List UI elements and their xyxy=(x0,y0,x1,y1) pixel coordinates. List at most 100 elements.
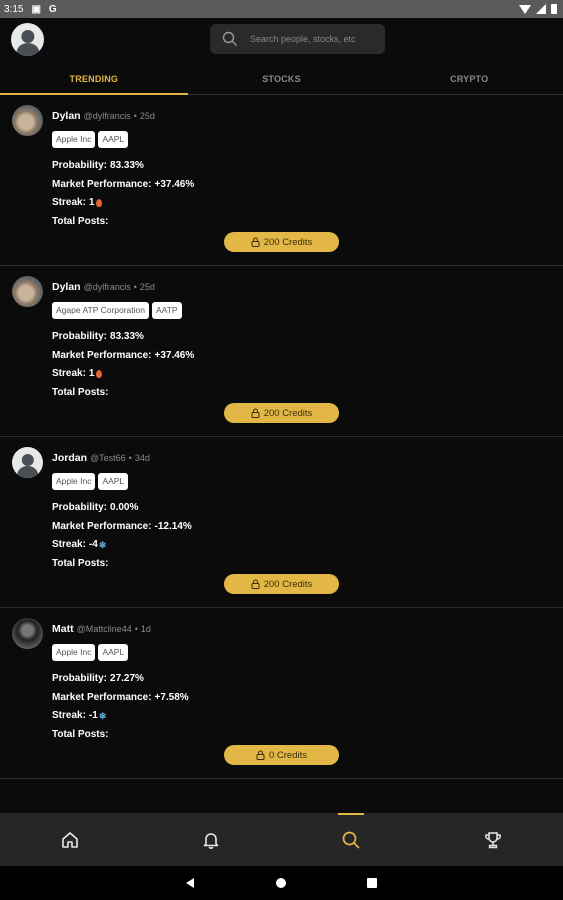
lock-icon xyxy=(251,237,260,247)
market-performance-row: Market Performance: +37.46% xyxy=(52,176,194,195)
top-bar xyxy=(0,18,563,64)
avatar[interactable] xyxy=(12,105,43,136)
ticker-chip[interactable]: AATP xyxy=(152,302,182,319)
home-circle-icon[interactable] xyxy=(276,878,286,888)
unlock-credits-button[interactable]: 200 Credits xyxy=(224,232,339,252)
total-posts-row: Total Posts: xyxy=(52,726,189,745)
post-age: 34d xyxy=(134,453,150,463)
tab-trending[interactable]: TRENDING xyxy=(0,64,188,95)
post-feed: Dylan @dylfrancis • 25d Apple Inc AAPL P… xyxy=(0,95,563,779)
total-posts-row: Total Posts: xyxy=(52,213,194,232)
home-icon xyxy=(62,831,78,848)
market-performance-value: +37.46% xyxy=(154,178,195,190)
unlock-credits-button[interactable]: 200 Credits xyxy=(224,403,339,423)
streak-label: Streak: xyxy=(52,539,86,550)
credits-label: 200 Credits xyxy=(263,236,313,248)
total-posts-label: Total Posts: xyxy=(52,557,109,569)
post-card[interactable]: Matt @Mattcline44 • 1d Apple Inc AAPL Pr… xyxy=(0,608,563,779)
streak-label: Streak: xyxy=(52,368,86,379)
credits-label: 200 Credits xyxy=(263,578,313,590)
wifi-icon xyxy=(519,4,531,14)
probability-row: Probability: 83.33% xyxy=(52,157,194,176)
probability-label: Probability: xyxy=(52,331,108,342)
probability-value: 27.27% xyxy=(110,673,144,684)
post-author-name[interactable]: Dylan xyxy=(52,281,81,293)
probability-value: 83.33% xyxy=(110,160,144,171)
search-input[interactable] xyxy=(248,33,377,45)
streak-row: Streak: -4 ❄ xyxy=(52,536,192,555)
separator-dot: • xyxy=(133,282,137,292)
post-card[interactable]: Jordan @Test66 • 34d Apple Inc AAPL Prob… xyxy=(0,437,563,608)
tab-bar: TRENDING STOCKS CRYPTO xyxy=(0,64,563,95)
debug-icon: ▣ xyxy=(31,3,41,15)
nav-leaderboard[interactable] xyxy=(423,813,563,866)
streak-value: -4 xyxy=(88,539,98,550)
trophy-icon xyxy=(485,831,501,848)
search-bar[interactable] xyxy=(210,24,385,54)
market-performance-label: Market Performance: xyxy=(52,178,152,190)
streak-value: 1 xyxy=(88,368,95,379)
probability-value: 83.33% xyxy=(110,331,144,342)
market-performance-row: Market Performance: +37.46% xyxy=(52,347,194,366)
total-posts-label: Total Posts: xyxy=(52,386,109,398)
status-bar: 3:15 ▣ G xyxy=(0,0,563,18)
unlock-credits-button[interactable]: 200 Credits xyxy=(224,574,339,594)
profile-avatar[interactable] xyxy=(11,23,44,56)
probability-label: Probability: xyxy=(52,502,108,513)
post-card[interactable]: Dylan @dylfrancis • 25d Apple Inc AAPL P… xyxy=(0,95,563,266)
post-author-name[interactable]: Jordan xyxy=(52,452,87,464)
credits-label: 0 Credits xyxy=(268,749,307,761)
market-performance-label: Market Performance: xyxy=(52,520,152,532)
tab-crypto[interactable]: CRYPTO xyxy=(375,64,563,94)
back-icon[interactable] xyxy=(186,878,194,888)
ticker-chip[interactable]: AAPL xyxy=(98,131,129,148)
search-icon xyxy=(222,31,237,46)
search-icon xyxy=(342,831,360,849)
avatar[interactable] xyxy=(12,447,43,478)
streak-row: Streak: 1 xyxy=(52,365,194,384)
stock-name-chip[interactable]: Apple Inc xyxy=(52,131,96,148)
probability-value: 0.00% xyxy=(110,502,139,513)
separator-dot: • xyxy=(134,624,138,634)
market-performance-label: Market Performance: xyxy=(52,691,152,703)
probability-label: Probability: xyxy=(52,673,108,684)
market-performance-value: -12.14% xyxy=(154,520,192,532)
streak-row: Streak: -1 ❄ xyxy=(52,707,189,726)
total-posts-label: Total Posts: xyxy=(52,728,109,740)
post-author-name[interactable]: Matt xyxy=(52,623,74,635)
separator-dot: • xyxy=(133,111,137,121)
fire-icon xyxy=(96,370,103,379)
nav-notifications[interactable] xyxy=(141,813,281,866)
tab-stocks[interactable]: STOCKS xyxy=(188,64,376,94)
post-card[interactable]: Dylan @dylfrancis • 25d Agape ATP Corpor… xyxy=(0,266,563,437)
market-performance-label: Market Performance: xyxy=(52,349,152,361)
credits-label: 200 Credits xyxy=(263,407,313,419)
ticker-chip[interactable]: AAPL xyxy=(98,644,129,661)
stock-name-chip[interactable]: Apple Inc xyxy=(52,644,96,661)
fire-icon xyxy=(96,199,103,208)
recents-icon[interactable] xyxy=(367,878,377,888)
total-posts-row: Total Posts: xyxy=(52,555,192,574)
unlock-credits-button[interactable]: 0 Credits xyxy=(224,745,339,765)
nav-home[interactable] xyxy=(0,813,140,866)
probability-row: Probability: 0.00% xyxy=(52,499,192,518)
total-posts-row: Total Posts: xyxy=(52,384,194,403)
avatar[interactable] xyxy=(12,276,43,307)
streak-label: Streak: xyxy=(52,710,86,721)
post-author-name[interactable]: Dylan xyxy=(52,110,81,122)
separator-dot: • xyxy=(128,453,132,463)
snowflake-icon: ❄ xyxy=(98,540,107,550)
status-time: 3:15 xyxy=(4,3,24,15)
avatar[interactable] xyxy=(12,618,43,649)
stock-name-chip[interactable]: Agape ATP Corporation xyxy=(52,302,149,319)
streak-value: -1 xyxy=(88,710,98,721)
post-author-handle: @dylfrancis xyxy=(83,111,131,121)
post-age: 25d xyxy=(139,111,155,121)
nav-search[interactable] xyxy=(281,813,421,866)
ticker-chip[interactable]: AAPL xyxy=(98,473,129,490)
streak-label: Streak: xyxy=(52,197,86,208)
bell-icon xyxy=(203,832,219,849)
stock-name-chip[interactable]: Apple Inc xyxy=(52,473,96,490)
probability-row: Probability: 83.33% xyxy=(52,328,194,347)
probability-label: Probability: xyxy=(52,160,108,171)
